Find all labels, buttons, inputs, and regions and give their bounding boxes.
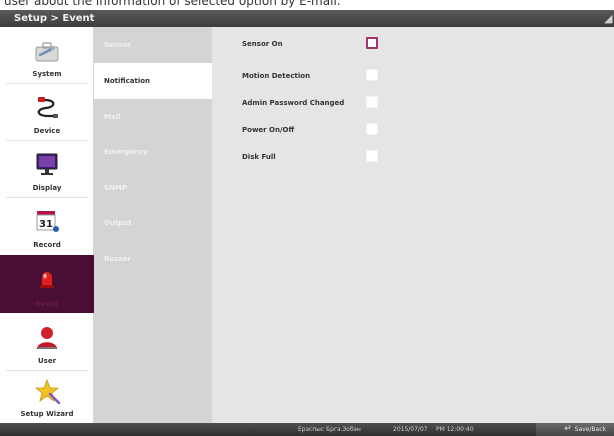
power-on-off-checkbox[interactable] [366, 123, 378, 135]
status-info-text: Ерэспыс Бргэ.Зобэн [298, 426, 361, 433]
sidebar-item-label: User [37, 357, 57, 365]
toolbox-icon [35, 42, 59, 62]
sidebar-item-event[interactable]: Event [0, 255, 94, 313]
submenu-item-sensor[interactable]: Sensor [94, 27, 212, 63]
return-arrow-icon: ↵ [564, 424, 572, 434]
option-label: Admin Password Changed [242, 99, 345, 107]
submenu-item-notification[interactable]: Notification [94, 63, 212, 99]
status-date: 2015/07/07 [393, 426, 428, 433]
option-row-sensor-on: Sensor On [242, 36, 582, 52]
option-row-disk-full: Disk Full [242, 149, 582, 165]
option-row-admin-password-changed: Admin Password Changed [242, 95, 582, 111]
user-icon [37, 327, 57, 349]
cable-plug-icon [37, 97, 58, 118]
submenu-item-emergency[interactable]: Emergency [94, 134, 212, 170]
status-bar: Ерэспыс Бргэ.Зобэн 2015/07/07 PM 12:00:4… [0, 423, 614, 436]
status-time: PM 12:00:40 [436, 426, 474, 433]
option-label: Power On/Off [242, 126, 295, 134]
sidebar-item-label: Record [33, 241, 61, 249]
save-back-button[interactable]: ↵ Save/Back [536, 423, 614, 436]
sidebar-item-label: Setup Wizard [20, 410, 74, 418]
option-row-motion-detection: Motion Detection [242, 68, 582, 84]
submenu-item-buzzer[interactable]: Buzzer [94, 241, 212, 277]
resize-corner-icon: ◢ [604, 12, 613, 25]
svg-text:31: 31 [39, 219, 53, 230]
save-back-label: Save/Back [574, 426, 606, 433]
sidebar-item-label: System [32, 70, 62, 78]
submenu-item-snmp[interactable]: SNMP [94, 170, 212, 206]
sidebar-nav: System Device Display 31 Record Event Us… [0, 27, 94, 423]
alarm-siren-icon [40, 272, 54, 288]
submenu-item-mail[interactable]: Mail [94, 99, 212, 135]
submenu-item-output[interactable]: Output [94, 205, 212, 241]
sidebar-item-label: Event [35, 300, 59, 308]
option-label: Motion Detection [242, 72, 311, 80]
sidebar-item-user[interactable]: User [0, 314, 94, 370]
event-submenu: Sensor Notification Mail Emergency SNMP … [94, 27, 212, 423]
wizard-star-icon [34, 378, 61, 404]
sensor-on-checkbox[interactable] [366, 37, 378, 49]
sidebar-item-setup-wizard[interactable]: Setup Wizard [0, 371, 94, 423]
window-title: Setup > Event [14, 13, 95, 24]
sidebar-item-label: Display [32, 184, 62, 192]
sidebar-item-record[interactable]: 31 Record [0, 198, 94, 254]
calendar-icon: 31 [36, 211, 59, 232]
option-label: Sensor On [242, 40, 283, 48]
option-label: Disk Full [242, 153, 276, 161]
sidebar-item-system[interactable]: System [0, 27, 94, 83]
option-row-power-on-off: Power On/Off [242, 122, 582, 138]
motion-detection-checkbox[interactable] [366, 69, 378, 81]
disk-full-checkbox[interactable] [366, 150, 378, 162]
sidebar-item-device[interactable]: Device [0, 84, 94, 140]
monitor-icon [36, 153, 58, 175]
window-titlebar: Setup > Event ◢ [0, 10, 614, 27]
admin-password-changed-checkbox[interactable] [366, 96, 378, 108]
sidebar-item-display[interactable]: Display [0, 141, 94, 197]
notification-panel: Sensor On Motion Detection Admin Passwor… [212, 27, 614, 423]
sidebar-item-label: Device [33, 127, 61, 135]
